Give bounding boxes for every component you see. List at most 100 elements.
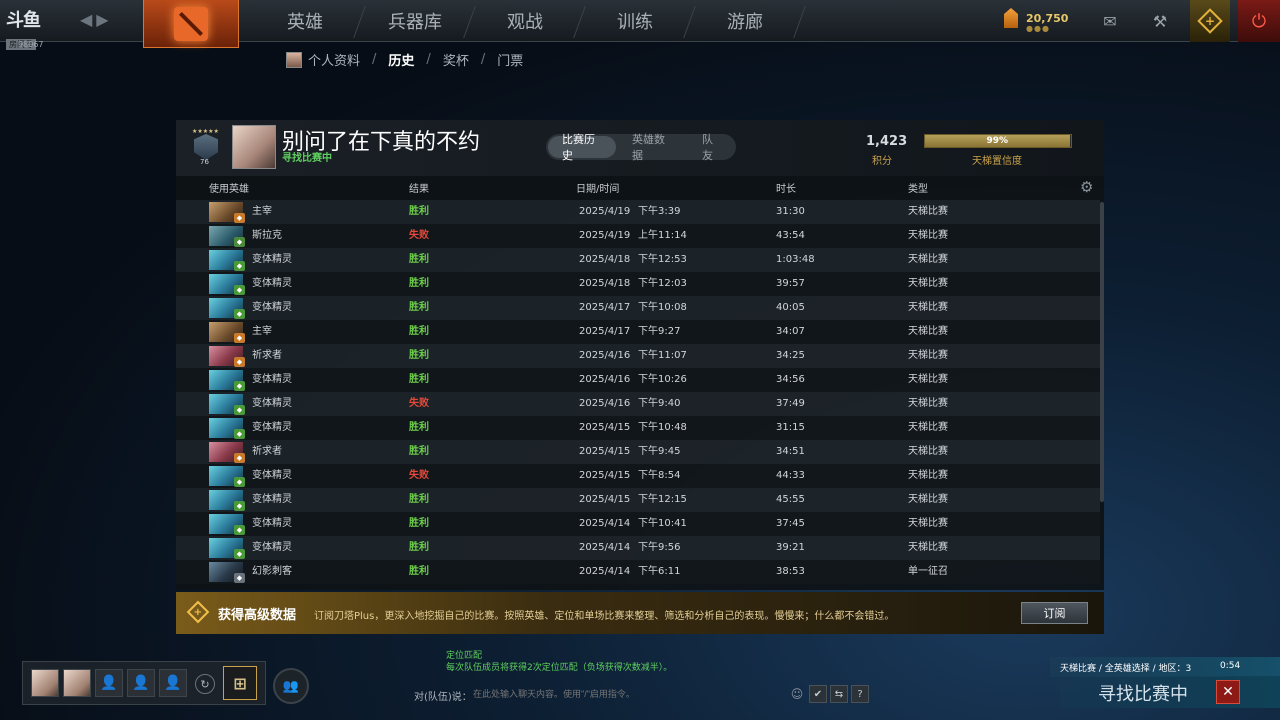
table-row[interactable]: ◆ 主宰 胜利 2025/4/17 下午9:27 34:07 天梯比赛 <box>176 320 1100 344</box>
chat-channel-label: 对(队伍)说： <box>414 692 472 703</box>
role-badge-icon: ◆ <box>234 549 245 559</box>
table-row[interactable]: ◆ 斯拉克 失败 2025/4/19 上午11:14 43:54 天梯比赛 <box>176 224 1100 248</box>
table-row[interactable]: ◆ 祈求者 胜利 2025/4/16 下午11:07 34:25 天梯比赛 <box>176 344 1100 368</box>
match-time: 上午11:14 <box>638 230 687 241</box>
mail-icon[interactable]: ✉ <box>1092 0 1128 42</box>
header-duration: 时长 <box>776 184 796 195</box>
party-empty-slot[interactable]: 👤 <box>159 669 187 697</box>
gear-icon[interactable]: ⚙ <box>1080 178 1093 196</box>
hero-name: 变体精灵 <box>252 470 292 481</box>
shards-amount: 20,750 <box>1026 11 1069 25</box>
match-time: 下午10:08 <box>638 302 687 313</box>
party-member-avatar[interactable] <box>31 669 59 697</box>
hero-name: 祈求者 <box>252 350 282 361</box>
hero-name: 变体精灵 <box>252 494 292 505</box>
match-duration: 1:03:48 <box>776 254 815 265</box>
dota-plus-button[interactable]: + <box>1190 0 1230 42</box>
group-icon[interactable]: 👥 <box>273 668 309 704</box>
table-row[interactable]: ◆ 幻影刺客 胜利 2025/4/14 下午6:11 38:53 单一征召 <box>176 560 1100 584</box>
help-icon[interactable]: ? <box>851 685 869 703</box>
role-badge-icon: ◆ <box>234 285 245 295</box>
power-icon[interactable]: ⏻ <box>1238 0 1280 42</box>
header-type: 类型 <box>908 184 928 195</box>
table-row[interactable]: ◆ 变体精灵 胜利 2025/4/15 下午10:48 31:15 天梯比赛 <box>176 416 1100 440</box>
role-badge-icon: ◆ <box>234 261 245 271</box>
nav-learn[interactable]: 训练 <box>580 0 690 42</box>
tab-match-history[interactable]: 比赛历史 <box>548 133 616 162</box>
dota-home-button[interactable] <box>143 0 239 48</box>
match-date: 2025/4/18 <box>579 254 631 265</box>
hero-name: 变体精灵 <box>252 374 292 385</box>
match-list: ◆ 主宰 胜利 2025/4/19 下午3:39 31:30 天梯比赛 ◆ 斯拉… <box>176 200 1100 586</box>
player-avatar[interactable] <box>232 125 276 169</box>
plus-banner-title: 获得高级数据 <box>218 608 297 623</box>
emoji-icon[interactable]: ☺ <box>788 685 806 703</box>
party-plus-badge[interactable]: ⊞ <box>223 666 257 700</box>
chat-input[interactable] <box>473 686 783 702</box>
table-row[interactable]: ◆ 变体精灵 胜利 2025/4/17 下午10:08 40:05 天梯比赛 <box>176 296 1100 320</box>
armory-icon[interactable]: ⚒ <box>1142 0 1178 42</box>
table-row[interactable]: ◆ 变体精灵 失败 2025/4/15 下午8:54 44:33 天梯比赛 <box>176 464 1100 488</box>
chat-settings-icon[interactable]: ⇆ <box>830 685 848 703</box>
nav-armory[interactable]: 兵器库 <box>360 0 470 42</box>
subnav-history[interactable]: 历史 <box>388 50 414 69</box>
hero-name: 变体精灵 <box>252 542 292 553</box>
table-row[interactable]: ◆ 变体精灵 胜利 2025/4/16 下午10:26 34:56 天梯比赛 <box>176 368 1100 392</box>
back-forward-arrows[interactable]: ◀▶ <box>80 10 113 29</box>
cancel-search-button[interactable]: ✕ <box>1216 680 1240 704</box>
match-time: 下午9:56 <box>638 542 681 553</box>
matchmaking-info: 天梯比赛 / 全英雄选择 / 地区：3 0:54 <box>1050 657 1280 677</box>
table-row[interactable]: ◆ 变体精灵 胜利 2025/4/14 下午10:41 37:45 天梯比赛 <box>176 512 1100 536</box>
table-row[interactable]: ◆ 主宰 胜利 2025/4/19 下午3:39 31:30 天梯比赛 <box>176 200 1100 224</box>
party-empty-slot[interactable]: 👤 <box>127 669 155 697</box>
subnav-tickets[interactable]: 门票 <box>497 50 523 69</box>
match-duration: 34:56 <box>776 374 805 385</box>
table-row[interactable]: ◆ 变体精灵 胜利 2025/4/14 下午9:56 39:21 天梯比赛 <box>176 536 1100 560</box>
match-result: 胜利 <box>409 422 429 433</box>
match-duration: 34:07 <box>776 326 805 337</box>
match-result: 胜利 <box>409 374 429 385</box>
match-type: 天梯比赛 <box>908 206 948 217</box>
table-row[interactable]: ◆ 变体精灵 失败 2025/4/16 下午9:40 37:49 天梯比赛 <box>176 392 1100 416</box>
match-type: 天梯比赛 <box>908 302 948 313</box>
match-result: 失败 <box>409 470 429 481</box>
table-row[interactable]: ◆ 变体精灵 胜利 2025/4/18 下午12:53 1:03:48 天梯比赛 <box>176 248 1100 272</box>
scrollbar[interactable] <box>1100 202 1104 502</box>
subnav-profile[interactable]: 个人资料 <box>308 50 360 69</box>
match-time: 下午10:41 <box>638 518 687 529</box>
hero-name: 祈求者 <box>252 446 282 457</box>
hero-name: 变体精灵 <box>252 302 292 313</box>
match-date: 2025/4/15 <box>579 446 631 457</box>
match-time: 下午12:15 <box>638 494 687 505</box>
match-duration: 34:25 <box>776 350 805 361</box>
match-type: 天梯比赛 <box>908 398 948 409</box>
shards-balance[interactable]: 20,750 ●●● <box>1004 8 1069 33</box>
subscribe-button[interactable]: 订阅 <box>1021 602 1088 624</box>
match-time: 下午12:53 <box>638 254 687 265</box>
table-row[interactable]: ◆ 变体精灵 胜利 2025/4/18 下午12:03 39:57 天梯比赛 <box>176 272 1100 296</box>
party-member-avatar[interactable] <box>63 669 91 697</box>
match-time: 下午10:26 <box>638 374 687 385</box>
role-badge-icon: ◆ <box>234 333 245 343</box>
chat-actions: ☺ ✔ ⇆ ? <box>788 685 872 703</box>
match-time: 下午3:39 <box>638 206 681 217</box>
party-empty-slot[interactable]: 👤 <box>95 669 123 697</box>
header-result: 结果 <box>409 184 429 195</box>
match-date: 2025/4/15 <box>579 422 631 433</box>
subnav-trophies[interactable]: 奖杯 <box>443 50 469 69</box>
match-date: 2025/4/14 <box>579 518 631 529</box>
table-row[interactable]: ◆ 变体精灵 胜利 2025/4/15 下午12:15 45:55 天梯比赛 <box>176 488 1100 512</box>
check-icon[interactable]: ✔ <box>809 685 827 703</box>
role-badge-icon: ◆ <box>234 357 245 367</box>
role-badge-icon: ◆ <box>234 213 245 223</box>
nav-arcade[interactable]: 游廊 <box>690 0 800 42</box>
confidence-bar: 99% <box>924 134 1072 148</box>
match-type: 天梯比赛 <box>908 326 948 337</box>
nav-heroes[interactable]: 英雄 <box>250 0 360 42</box>
table-row[interactable]: ◆ 祈求者 胜利 2025/4/15 下午9:45 34:51 天梯比赛 <box>176 440 1100 464</box>
match-result: 胜利 <box>409 566 429 577</box>
tab-teammates[interactable]: 队友 <box>688 133 736 162</box>
tab-hero-stats[interactable]: 英雄数据 <box>618 133 686 162</box>
refresh-icon[interactable]: ↻ <box>195 674 215 694</box>
nav-watch[interactable]: 观战 <box>470 0 580 42</box>
